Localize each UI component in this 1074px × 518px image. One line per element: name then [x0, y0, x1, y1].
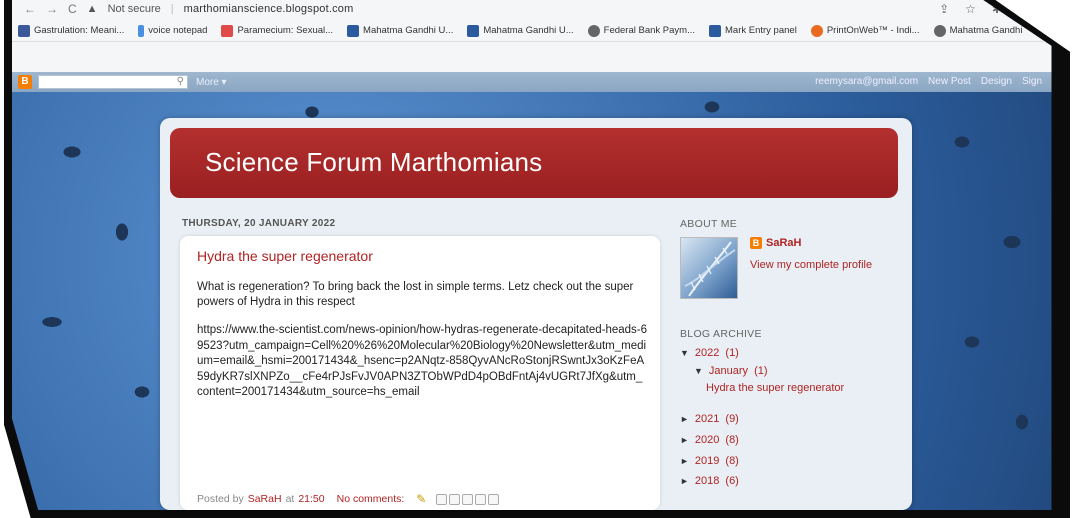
star-icon[interactable]: ☆ [965, 2, 976, 16]
bookmark-item[interactable]: PrintOnWeb™ - Indi... [810, 24, 920, 37]
post-footer: Posted by SaRaH at 21:50 No comments: ✎ [197, 492, 500, 506]
wordpress-icon [18, 24, 30, 37]
printonweb-icon [810, 24, 823, 37]
twitter-share-icon[interactable] [462, 493, 474, 505]
forward-icon[interactable]: → [46, 2, 58, 16]
facebook-share-icon[interactable] [475, 493, 487, 505]
bookmark-item[interactable]: Mahatma Gandhi [933, 24, 1022, 37]
archive-year-2021[interactable]: ► 2021 (9) [680, 413, 739, 425]
screenshot-frame: ← → C ▲ Not secure | marthomianscience.b… [0, 0, 1074, 518]
url-text[interactable]: marthomianscience.blogspot.com [184, 3, 354, 15]
more-menu[interactable]: More ▾ [196, 77, 227, 88]
archive-year-2022[interactable]: ▼ 2022 (1) [680, 347, 739, 359]
author-link[interactable]: SaRaH [248, 493, 282, 505]
expand-arrow-icon[interactable]: ► [680, 476, 689, 486]
blogger-logo-icon[interactable]: B [18, 75, 32, 89]
post-body: What is regeneration? To bring back the … [197, 281, 634, 308]
dna-icon [684, 241, 736, 297]
archive-month-january[interactable]: ▼ January (1) [694, 365, 768, 377]
pinterest-share-icon[interactable] [488, 493, 500, 505]
account-email[interactable]: reemysara@gmail.com [815, 76, 918, 87]
collapse-arrow-icon[interactable]: ▼ [694, 366, 703, 376]
university-icon [709, 24, 721, 37]
edit-pencil-icon[interactable]: ✎ [416, 492, 426, 506]
bookmark-item[interactable]: Mark Entry panel [709, 24, 797, 37]
bookmark-item[interactable]: Paramecium: Sexual... [221, 24, 333, 37]
browser-chrome: ← → C ▲ Not secure | marthomianscience.b… [12, 0, 1052, 72]
archive-year-2018[interactable]: ► 2018 (6) [680, 475, 739, 487]
archive-post-link[interactable]: Hydra the super regenerator [706, 382, 844, 394]
at-label: at [285, 493, 295, 505]
blog-search-input[interactable]: ⚲ [38, 75, 188, 89]
mic-icon [138, 24, 145, 37]
profile-avatar[interactable] [680, 237, 738, 299]
blog-title[interactable]: Science Forum Marthomians [205, 147, 542, 178]
bookmark-item[interactable]: Mahatma Gandhi U... [467, 24, 574, 37]
expand-arrow-icon[interactable]: ► [680, 414, 689, 424]
bookmark-item[interactable]: voice notepad [138, 24, 207, 37]
expand-arrow-icon[interactable]: ► [680, 435, 689, 445]
blogger-navbar: B ⚲ More ▾ reemysara@gmail.com New Post … [12, 72, 1052, 92]
bookmark-item[interactable]: Federal Bank Paym... [587, 24, 695, 37]
blogger-navbar-right: reemysara@gmail.com New Post Design Sign [815, 76, 1042, 87]
university-icon [347, 24, 360, 37]
email-share-icon[interactable] [436, 493, 448, 505]
site-icon [221, 24, 234, 37]
post-title[interactable]: Hydra the super regenerator [197, 248, 373, 264]
bookmark-item[interactable]: Mahatma Gandhi U... [347, 24, 453, 37]
sign-out-link[interactable]: Sign [1022, 76, 1042, 87]
comments-link[interactable]: No comments: [337, 493, 405, 505]
post-date: THURSDAY, 20 JANUARY 2022 [182, 218, 336, 229]
share-buttons [436, 493, 500, 505]
view-profile-link[interactable]: View my complete profile [750, 259, 872, 271]
university-icon [467, 24, 480, 37]
post-url-text: https://www.the-scientist.com/news-opini… [197, 324, 648, 398]
design-link[interactable]: Design [981, 76, 1012, 87]
about-me-heading: ABOUT ME [680, 218, 738, 230]
archive-year-2019[interactable]: ► 2019 (8) [680, 455, 739, 467]
post-time-link[interactable]: 21:50 [298, 493, 324, 505]
new-post-link[interactable]: New Post [928, 76, 971, 87]
share-icon[interactable]: ⇪ [939, 2, 949, 16]
search-icon[interactable]: ⚲ [177, 76, 184, 87]
address-bar[interactable]: ← → C ▲ Not secure | marthomianscience.b… [12, 0, 1052, 18]
blog-archive-heading: BLOG ARCHIVE [680, 328, 762, 340]
back-icon[interactable]: ← [24, 2, 36, 16]
blogger-icon: B [750, 237, 762, 249]
not-secure-label[interactable]: Not secure [108, 3, 161, 15]
reload-icon[interactable]: C [68, 2, 77, 16]
warning-icon[interactable]: ▲ [87, 3, 98, 15]
posted-by-label: Posted by [197, 493, 244, 505]
blog-share-icon[interactable] [449, 493, 461, 505]
collapse-arrow-icon[interactable]: ▼ [680, 348, 689, 358]
profile-name[interactable]: B SaRaH [750, 237, 801, 249]
bookmarks-bar: Gastrulation: Meani... voice notepad Par… [12, 20, 1052, 42]
globe-icon [933, 24, 946, 37]
archive-year-2020[interactable]: ► 2020 (8) [680, 434, 739, 446]
globe-icon [587, 24, 600, 37]
expand-arrow-icon[interactable]: ► [680, 456, 689, 466]
bookmark-item[interactable]: Gastrulation: Meani... [18, 24, 124, 37]
